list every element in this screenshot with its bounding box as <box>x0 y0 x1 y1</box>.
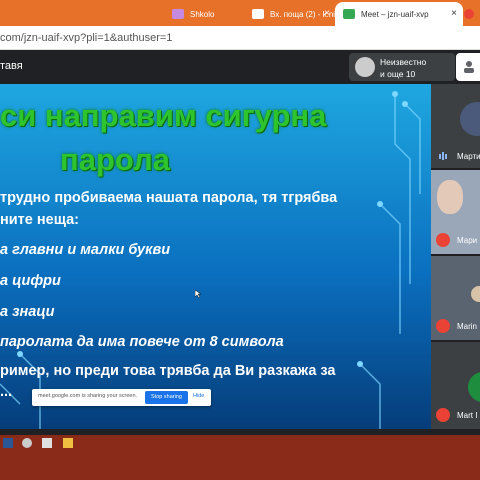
participant-name: Marin <box>457 322 478 331</box>
audio-level-icon <box>439 152 447 160</box>
participant-tile[interactable]: Мари <box>431 170 480 254</box>
slide-bullet: а цифри <box>0 273 61 289</box>
stop-sharing-button[interactable]: Stop sharing <box>145 391 188 404</box>
avatar <box>468 372 480 402</box>
recording-icon <box>460 2 480 26</box>
close-icon[interactable]: × <box>451 8 457 19</box>
word-icon[interactable] <box>3 438 13 448</box>
shkolo-icon <box>172 9 184 19</box>
participant-name: Mart I <box>457 411 478 420</box>
slide-title-line1: си направим сигурна <box>0 98 327 133</box>
participant-video <box>437 180 463 214</box>
slide-text-line: ... <box>0 384 13 400</box>
participant-name: Марти <box>457 152 480 161</box>
screen-share-banner: meet.google.com is sharing your screen. … <box>32 389 211 406</box>
tab-bar-real: Вх. поща (2) - k.nikolova@geomile × Shko… <box>0 0 480 26</box>
mouse-cursor-icon <box>195 290 201 298</box>
meet-header: тавя Неизвестно и още 10 <box>0 50 480 84</box>
close-icon[interactable]: × <box>324 8 330 19</box>
share-banner-text: meet.google.com is sharing your screen. <box>38 393 138 399</box>
url-text[interactable]: com/jzn-uaif-xvp?pli=1&authuser=1 <box>0 32 172 44</box>
windows-taskbar <box>0 435 480 480</box>
avatar <box>460 102 480 136</box>
mic-off-icon <box>436 233 450 247</box>
tab-shkolo[interactable]: Shkolo × <box>172 2 336 26</box>
slide-bullet: а знаци <box>0 304 55 320</box>
slide-title-line2: парола <box>60 142 170 177</box>
tab-meet[interactable]: Meet – jzn-uaif-xvp × <box>335 2 463 26</box>
folder-icon[interactable] <box>63 438 73 448</box>
mic-off-icon <box>436 319 450 333</box>
app-icon[interactable] <box>42 438 52 448</box>
unknown-participants-chip[interactable]: Неизвестно и още 10 <box>349 53 455 81</box>
participant-panel: Марти Мари Marin Mart I <box>431 84 480 429</box>
unknown-participants-text: Неизвестно и още 10 <box>380 56 426 80</box>
slide-text-line: ните неща: <box>0 212 79 228</box>
slide-text-line: трудно пробиваема нашата парола, тя тгря… <box>0 190 338 206</box>
unknown-line1: Неизвестно <box>380 57 427 67</box>
tab-label: Meet – jzn-uaif-xvp <box>361 9 429 19</box>
app-icon[interactable] <box>22 438 32 448</box>
address-bar[interactable]: com/jzn-uaif-xvp?pli=1&authuser=1 <box>0 26 480 50</box>
participant-tile[interactable]: Mart I <box>431 342 480 429</box>
slide-bullet: паролата да има повече от 8 символа <box>0 334 284 350</box>
slide-text-line: ример, но преди това трявба да Ви разкаж… <box>0 363 336 379</box>
hide-button[interactable]: Hide <box>193 393 204 399</box>
participant-tile[interactable]: Марти <box>431 84 480 168</box>
people-button[interactable] <box>456 53 480 81</box>
slide-bullet: а главни и малки букви <box>0 242 171 258</box>
presenting-label: тавя <box>0 60 23 72</box>
meet-icon <box>343 9 355 19</box>
tab-label: Shkolo <box>190 9 215 19</box>
avatar <box>471 286 480 302</box>
mic-off-icon <box>436 408 450 422</box>
participant-tile[interactable]: Marin <box>431 256 480 340</box>
avatar <box>355 57 375 77</box>
participant-name: Мари <box>457 236 478 245</box>
unknown-line2: и още 10 <box>380 69 416 79</box>
shared-screen-slide: си направим сигурна парола трудно пробив… <box>0 84 431 429</box>
people-icon <box>464 61 474 73</box>
